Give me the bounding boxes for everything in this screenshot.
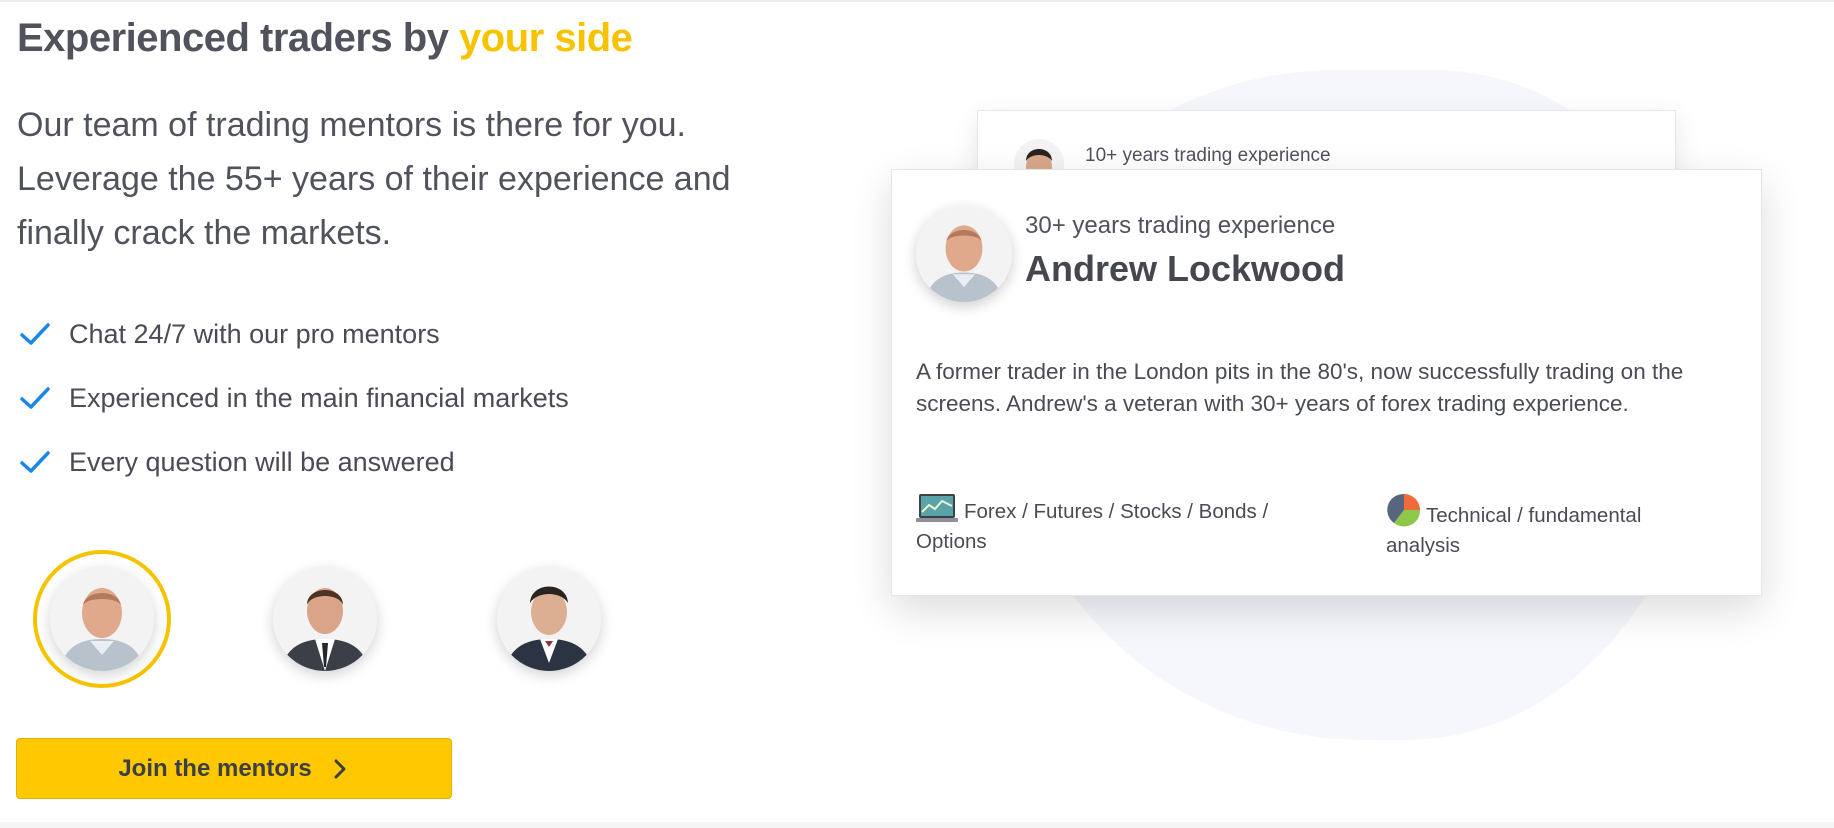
mentor-avatar <box>50 567 154 671</box>
mentor-experience: 10+ years trading experience <box>1085 145 1331 166</box>
benefit-label: Chat 24/7 with our pro mentors <box>69 318 440 349</box>
mentor-bio: A former trader in the London pits in th… <box>916 359 1684 416</box>
headline-accent: your side <box>459 16 633 60</box>
mentor-experience: 30+ years trading experience <box>1025 212 1336 239</box>
markets-tag: Forex / Futures / Stocks / Bonds / Optio… <box>916 492 1316 557</box>
benefits-list: Chat 24/7 with our pro mentors Experienc… <box>17 302 569 494</box>
check-icon <box>17 380 53 416</box>
join-mentors-button[interactable]: Join the mentors <box>16 738 452 799</box>
top-divider <box>0 0 1834 2</box>
mentor-avatar <box>916 206 1012 302</box>
bottom-divider <box>0 822 1834 828</box>
mentor-avatar <box>497 567 601 671</box>
benefit-item: Every question will be answered <box>17 430 569 494</box>
mentor-select-3[interactable] <box>480 550 618 688</box>
analysis-tag: Technical / fundamental analysis <box>1386 492 1686 561</box>
check-icon <box>17 444 53 480</box>
mentor-name: Andrew Lockwood <box>1025 248 1346 289</box>
join-mentors-label: Join the mentors <box>118 754 312 782</box>
mentor-select-2[interactable] <box>256 550 394 688</box>
section-headline: Experienced traders by your side <box>17 16 633 61</box>
benefit-label: Every question will be answered <box>69 446 455 477</box>
pie-chart-icon <box>1386 492 1422 528</box>
chevron-right-icon <box>330 757 350 781</box>
benefit-item: Chat 24/7 with our pro mentors <box>17 302 569 366</box>
chart-laptop-icon <box>916 492 958 524</box>
intro-text: Our team of trading mentors is there for… <box>17 106 731 252</box>
markets-label: Forex / Futures / Stocks / Bonds / Optio… <box>916 500 1269 553</box>
mentor-select-andrew-lockwood[interactable] <box>33 550 171 688</box>
benefit-item: Experienced in the main financial market… <box>17 366 569 430</box>
mentor-card-active: 30+ years trading experience Andrew Lock… <box>891 169 1762 596</box>
analysis-label: Technical / fundamental analysis <box>1386 504 1642 557</box>
headline-text: Experienced traders by <box>17 16 460 60</box>
check-icon <box>17 316 53 352</box>
mentor-avatar <box>273 567 377 671</box>
benefit-label: Experienced in the main financial market… <box>69 382 569 413</box>
